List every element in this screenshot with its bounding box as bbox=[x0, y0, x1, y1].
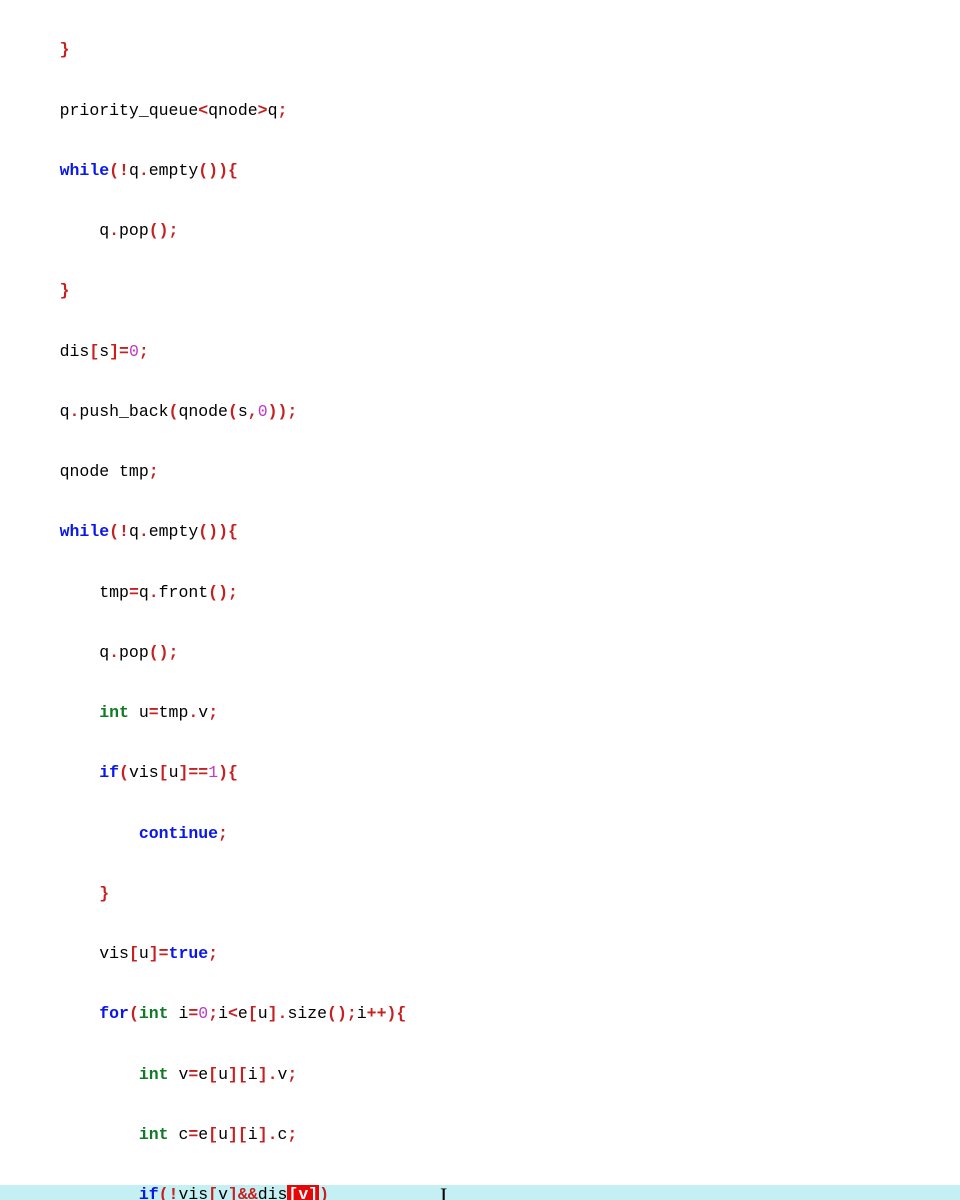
code-line[interactable]: qnode tmp; bbox=[0, 462, 960, 482]
code-line[interactable]: int v=e[u][i].v; bbox=[0, 1065, 960, 1085]
code-line[interactable]: priority_queue<qnode>q; bbox=[0, 101, 960, 121]
code-line[interactable]: q.pop(); bbox=[0, 643, 960, 663]
code-line[interactable]: q.pop(); bbox=[0, 221, 960, 241]
code-line[interactable]: } bbox=[0, 40, 960, 60]
code-line-active[interactable]: if(!vis[v]&&dis[v])I bbox=[0, 1185, 960, 1200]
code-line[interactable]: int c=e[u][i].c; bbox=[0, 1125, 960, 1145]
code-line[interactable]: for(int i=0;i<e[u].size();i++){ bbox=[0, 1004, 960, 1024]
code-line[interactable]: while(!q.empty()){ bbox=[0, 161, 960, 181]
code-editor[interactable]: } priority_queue<qnode>q; while(!q.empty… bbox=[0, 0, 960, 1200]
brace-token: } bbox=[60, 40, 70, 59]
code-line[interactable]: if(vis[u]==1){ bbox=[0, 763, 960, 783]
code-line[interactable]: vis[u]=true; bbox=[0, 944, 960, 964]
syntax-error-token: [v] bbox=[287, 1185, 319, 1200]
text-cursor-icon: I bbox=[440, 1183, 447, 1200]
code-line[interactable]: int u=tmp.v; bbox=[0, 703, 960, 723]
code-line[interactable]: continue; bbox=[0, 824, 960, 844]
code-line[interactable]: } bbox=[0, 884, 960, 904]
code-line[interactable]: q.push_back(qnode(s,0)); bbox=[0, 402, 960, 422]
code-line[interactable]: while(!q.empty()){ bbox=[0, 522, 960, 542]
code-line[interactable]: dis[s]=0; bbox=[0, 342, 960, 362]
code-line[interactable]: } bbox=[0, 281, 960, 301]
